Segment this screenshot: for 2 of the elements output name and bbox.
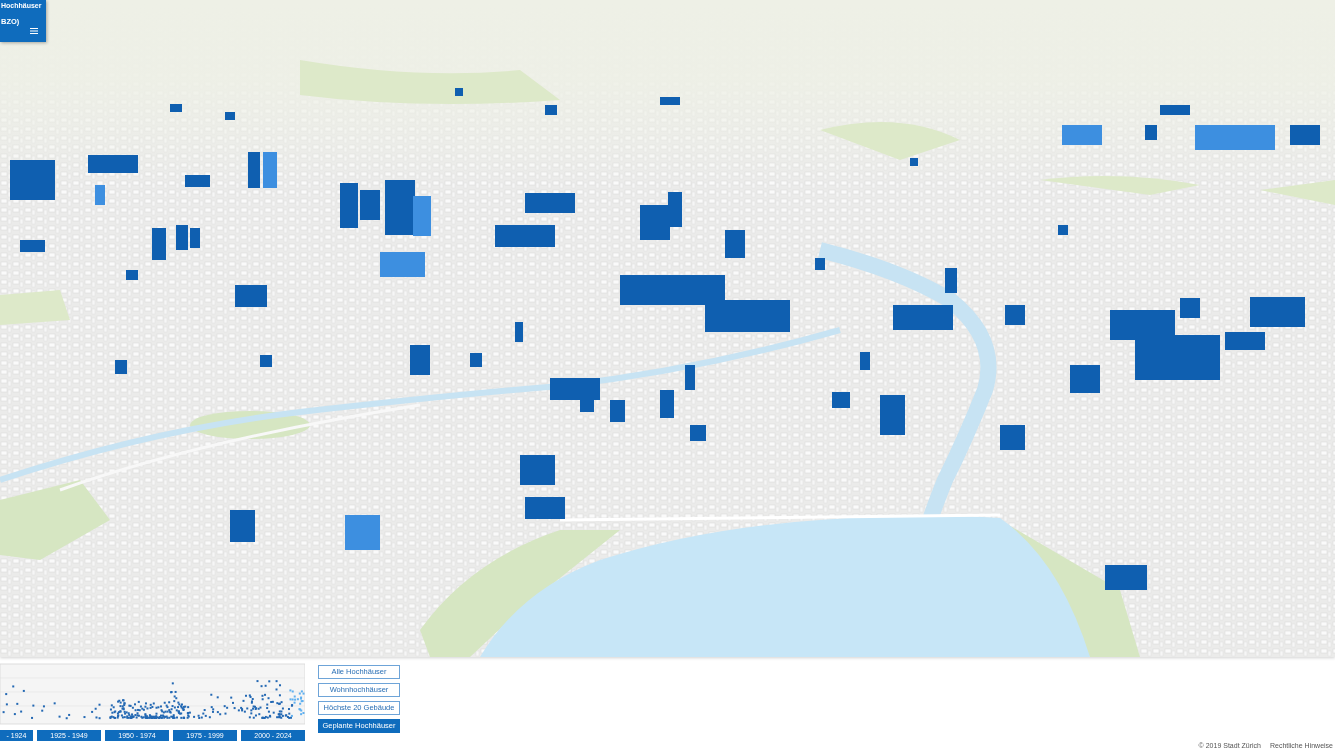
planned-series: [289, 689, 305, 717]
menu-icon[interactable]: [30, 28, 38, 34]
